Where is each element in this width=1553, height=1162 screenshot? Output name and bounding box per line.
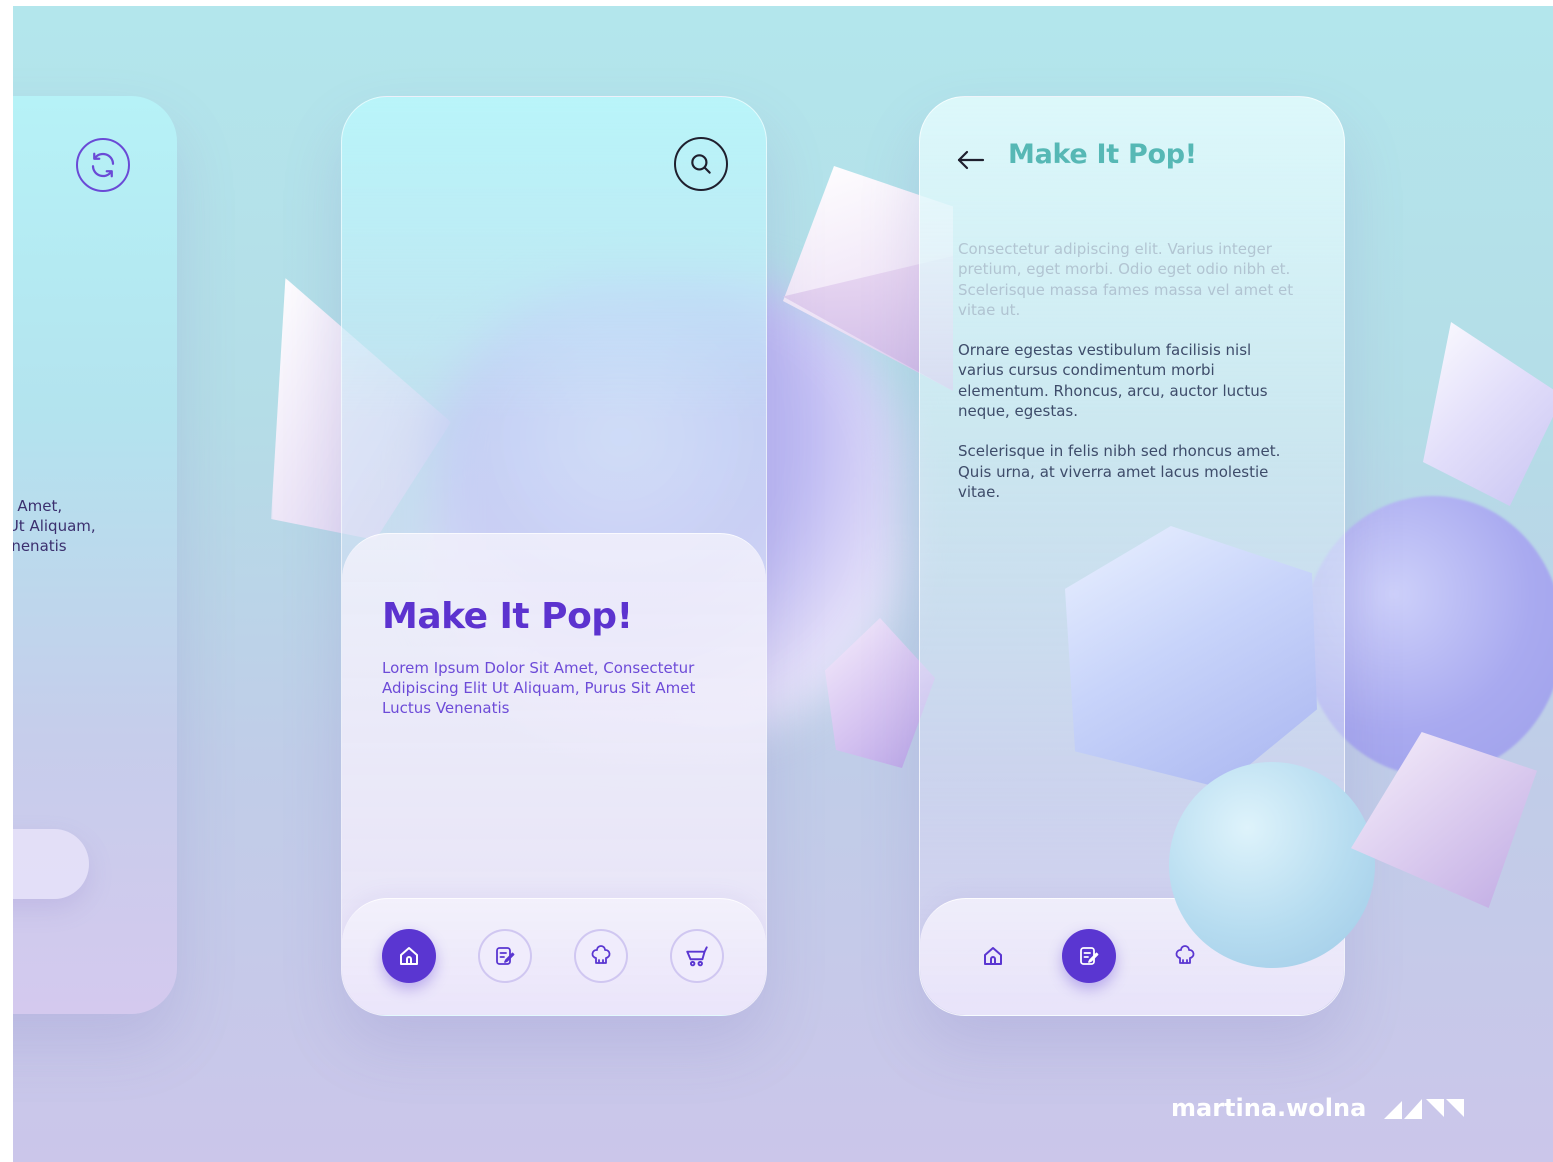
- back-arrow-icon[interactable]: [956, 149, 986, 171]
- home-icon: [984, 947, 1002, 965]
- sync-icon: [91, 152, 115, 178]
- nav-recipes-button[interactable]: [574, 929, 628, 983]
- search-icon: [691, 154, 711, 174]
- bottom-nav: [342, 898, 766, 1015]
- notes-icon: [1080, 947, 1099, 965]
- phone-screen-left: Sit Amet, it Ut Aliquam, Venenatis: [13, 96, 177, 1014]
- detail-paragraph: Scelerisque in felis nibh sed rhoncus am…: [958, 442, 1281, 501]
- chef-hat-icon: [1175, 945, 1195, 964]
- nav-notes-button[interactable]: [1062, 929, 1116, 983]
- left-description: Sit Amet, it Ut Aliquam, Venenatis: [13, 496, 173, 556]
- left-text-line: Venenatis: [13, 537, 67, 555]
- detail-title: Make It Pop!: [1008, 139, 1197, 170]
- detail-paragraph: Consectetur adipiscing elit. Varius inte…: [958, 240, 1294, 319]
- left-text-line: it Ut Aliquam,: [13, 517, 96, 535]
- detail-body: Consectetur adipiscing elit. Varius inte…: [958, 239, 1298, 522]
- page-title: Make It Pop!: [382, 596, 633, 637]
- brand-signature: martina.wolna: [1171, 1094, 1466, 1122]
- home-icon: [400, 947, 418, 965]
- showcase-background: Sit Amet, it Ut Aliquam, Venenatis Make …: [13, 6, 1553, 1162]
- search-button[interactable]: [674, 137, 728, 191]
- action-pill-button[interactable]: [13, 829, 89, 899]
- nav-notes-button[interactable]: [478, 929, 532, 983]
- sync-button[interactable]: [76, 138, 130, 192]
- brand-name: martina.wolna: [1171, 1094, 1367, 1122]
- nav-home-button[interactable]: [966, 929, 1020, 983]
- left-text-line: Sit Amet,: [13, 497, 63, 515]
- detail-paragraph: Ornare egestas vestibulum facilisis nisl…: [958, 341, 1268, 421]
- brand-logo-icon: [1384, 1099, 1465, 1119]
- cart-icon: [686, 946, 708, 967]
- phone-screen-middle: Make It Pop! Lorem Ipsum Dolor Sit Amet,…: [341, 96, 767, 1016]
- ball-shape: [1169, 762, 1375, 968]
- chef-hat-icon: [591, 945, 611, 964]
- nav-cart-button[interactable]: [670, 929, 724, 983]
- cone-shape-right: [1423, 322, 1553, 506]
- page-description: Lorem Ipsum Dolor Sit Amet, Consectetur …: [382, 659, 696, 717]
- notes-icon: [496, 947, 515, 965]
- nav-home-button[interactable]: [382, 929, 436, 983]
